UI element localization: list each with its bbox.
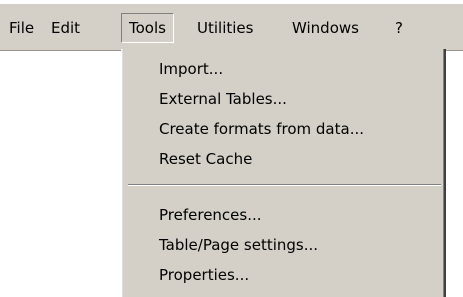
menu-item-reset-cache[interactable]: Reset Cache: [159, 145, 252, 173]
menu-utilities[interactable]: Utilities: [197, 13, 253, 43]
menu-file[interactable]: File: [9, 13, 34, 43]
menu-item-create-formats[interactable]: Create formats from data...: [159, 115, 364, 143]
menu-windows[interactable]: Windows: [292, 13, 359, 43]
menu-help[interactable]: ?: [395, 13, 403, 43]
menu-separator: [128, 184, 441, 186]
menu-item-import[interactable]: Import...: [159, 55, 223, 83]
menu-item-external-tables[interactable]: External Tables...: [159, 85, 287, 113]
tools-dropdown-menu: Import... External Tables... Create form…: [121, 49, 446, 297]
application-window: File Edit Tools Utilities Windows ? Impo…: [0, 0, 463, 297]
menu-item-table-page-settings[interactable]: Table/Page settings...: [159, 231, 318, 259]
menu-tools[interactable]: Tools: [121, 13, 174, 43]
menu-item-preferences[interactable]: Preferences...: [159, 201, 262, 229]
menu-item-properties[interactable]: Properties...: [159, 261, 249, 289]
menu-bar: File Edit Tools Utilities Windows ?: [0, 4, 463, 50]
menu-edit[interactable]: Edit: [51, 13, 80, 43]
